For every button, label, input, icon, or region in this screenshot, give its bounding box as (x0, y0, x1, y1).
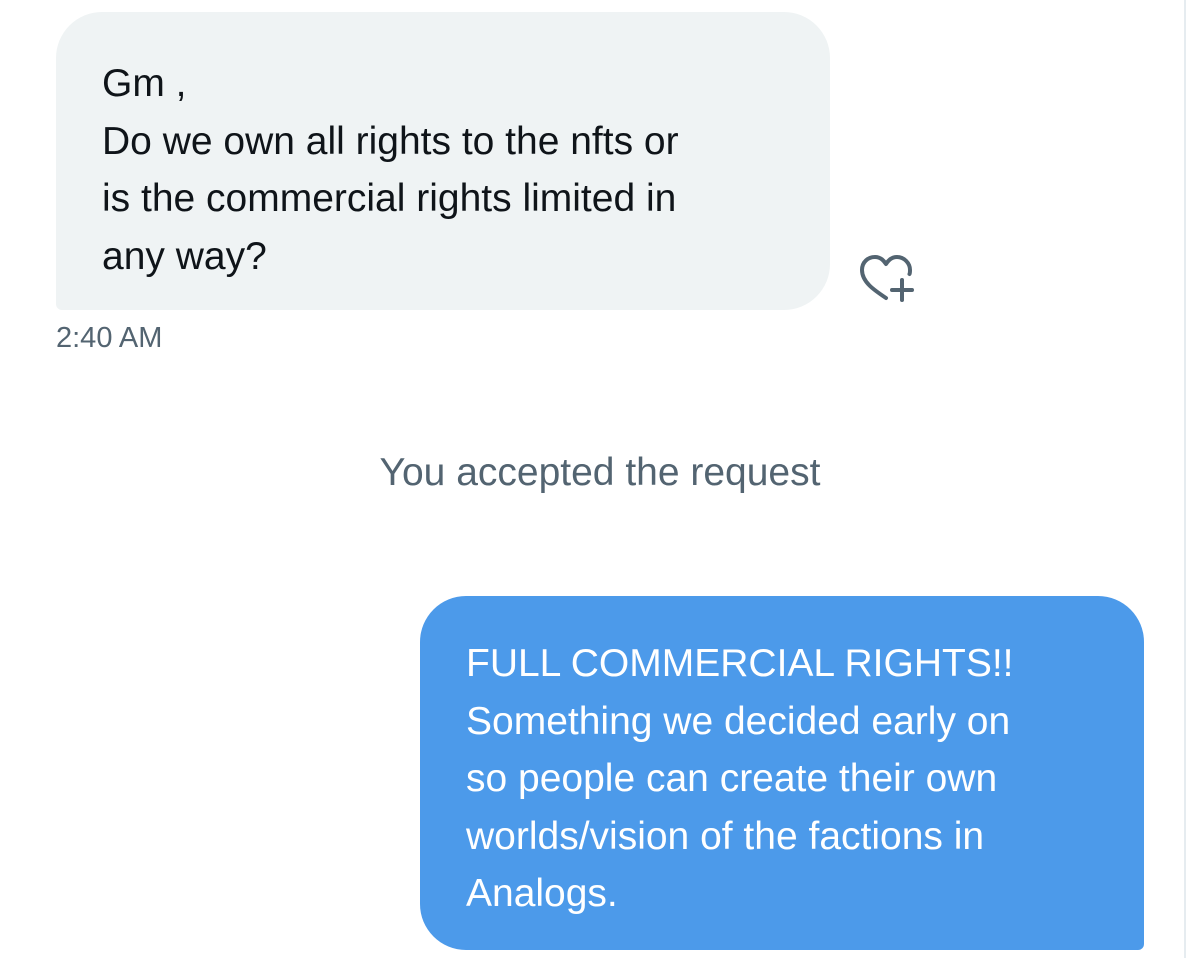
message-line: FULL COMMERCIAL RIGHTS!! (466, 642, 1014, 685)
message-line: Analogs. (466, 872, 618, 915)
react-button[interactable] (856, 252, 918, 306)
message-line: any way? (102, 234, 267, 278)
message-line: Gm , (102, 62, 187, 105)
outgoing-message-bubble[interactable]: FULL COMMERCIAL RIGHTS!! Something we de… (420, 596, 1144, 950)
message-line: so people can create their own (466, 757, 998, 800)
system-message: You accepted the request (379, 451, 821, 494)
message-line: worlds/vision of the factions in (466, 814, 985, 858)
heart-plus-icon (860, 255, 914, 302)
message-line: is the commercial rights limited in (102, 177, 677, 220)
incoming-message-bubble[interactable]: Gm , Do we own all rights to the nfts or… (56, 12, 830, 310)
message-timestamp: 2:40 AM (56, 322, 163, 354)
message-line: Something we decided early on (466, 699, 1011, 743)
message-line: Do we own all rights to the nfts or (102, 119, 679, 163)
